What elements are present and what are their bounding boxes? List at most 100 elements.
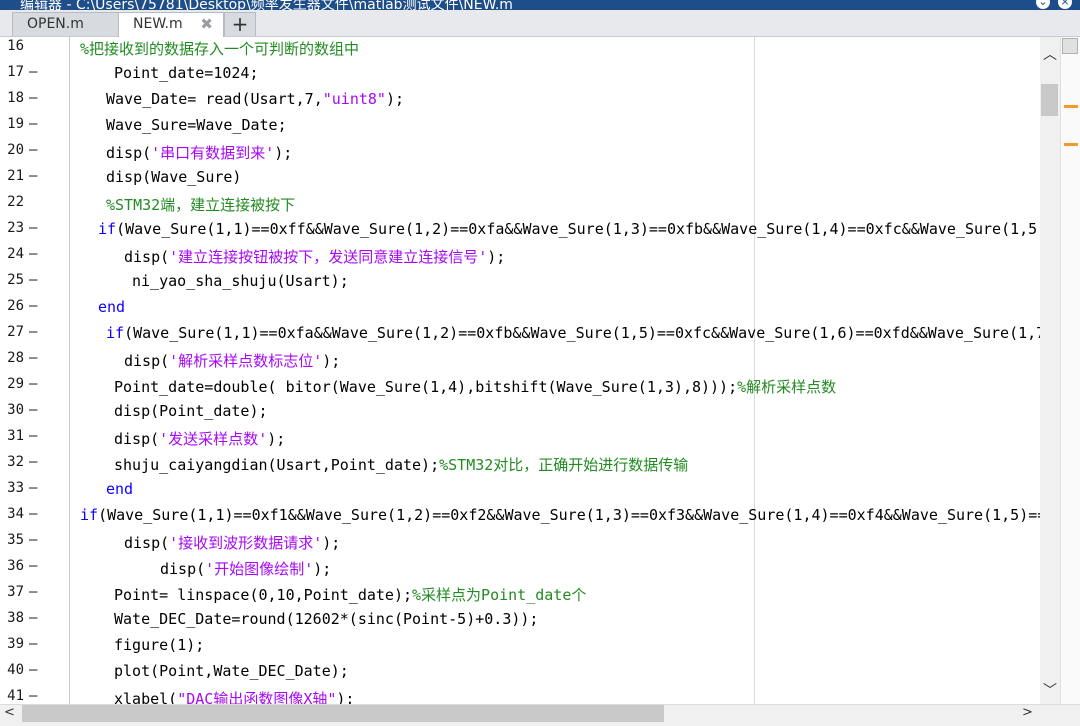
code-line[interactable]: 29 — Point_date=double( bitor(Wave_Sure(1,… xyxy=(0,373,1040,399)
code-editor[interactable]: 16 %把接收到的数据存入一个可判断的数组中 17 — Point_date=1024;… xyxy=(0,37,1040,704)
breakpoint-dash-icon[interactable]: — xyxy=(29,402,37,418)
line-number[interactable]: 32 xyxy=(4,454,24,470)
breakpoint-dash-icon[interactable]: — xyxy=(29,688,37,704)
breakpoint-dash-icon[interactable]: — xyxy=(29,350,37,366)
breakpoint-dash-icon[interactable]: — xyxy=(29,428,37,444)
line-number[interactable]: 26 xyxy=(4,298,24,314)
plus-icon[interactable]: + xyxy=(224,12,256,36)
breakpoint-dash-icon[interactable]: — xyxy=(29,636,37,652)
breakpoint-dash-icon[interactable]: — xyxy=(29,584,37,600)
code-text[interactable]: disp('建立连接按钮被按下，发送同意建立连接信号'); xyxy=(124,246,505,267)
code-text[interactable]: disp('开始图像绘制'); xyxy=(160,558,331,579)
line-number[interactable]: 30 xyxy=(4,402,24,418)
line-number[interactable]: 35 xyxy=(4,532,24,548)
line-number[interactable]: 31 xyxy=(4,428,24,444)
code-line[interactable]: 40 — plot(Point,Wate_DEC_Date); xyxy=(0,659,1040,685)
code-line[interactable]: 27 — if(Wave_Sure(1,1)==0xfa&&Wave_Sure(1,… xyxy=(0,321,1040,347)
vertical-scrollbar[interactable] xyxy=(1040,37,1060,704)
code-line[interactable]: 24 — disp('建立连接按钮被按下，发送同意建立连接信号'); xyxy=(0,243,1040,269)
breakpoint-dash-icon[interactable]: — xyxy=(29,142,37,158)
line-number[interactable]: 37 xyxy=(4,584,24,600)
code-text[interactable]: if(Wave_Sure(1,1)==0xfa&&Wave_Sure(1,2)=… xyxy=(106,324,1040,342)
close-icon[interactable]: × xyxy=(1058,0,1072,9)
breakpoint-dash-icon[interactable]: — xyxy=(29,298,37,314)
code-text[interactable]: disp('串口有数据到来'); xyxy=(106,142,292,163)
code-line[interactable]: 37 — Point= linspace(0,10,Point_date);%采样点… xyxy=(0,581,1040,607)
code-line[interactable]: 18 — Wave_Date= read(Usart,7,"uint8"); xyxy=(0,87,1040,113)
breakpoint-dash-icon[interactable]: — xyxy=(29,532,37,548)
code-text[interactable]: end xyxy=(106,480,133,498)
code-line[interactable]: 17 — Point_date=1024; xyxy=(0,61,1040,87)
line-number[interactable]: 23 xyxy=(4,220,24,236)
chevron-up-icon[interactable]: ︿ xyxy=(1040,44,1060,64)
code-text[interactable]: plot(Point,Wate_DEC_Date); xyxy=(114,662,349,680)
code-line[interactable]: 25 — ni_yao_sha_shuju(Usart); xyxy=(0,269,1040,295)
line-number[interactable]: 20 xyxy=(4,142,24,158)
chevron-down-icon[interactable]: ﹀ xyxy=(1040,680,1060,700)
code-line[interactable]: 28 — disp('解析采样点数标志位'); xyxy=(0,347,1040,373)
close-icon[interactable]: ✖ xyxy=(200,15,213,33)
breakpoint-dash-icon[interactable]: — xyxy=(29,480,37,496)
code-text[interactable]: %把接收到的数据存入一个可判断的数组中 xyxy=(80,38,359,59)
code-text[interactable]: shuju_caiyangdian(Usart,Point_date);%STM… xyxy=(114,454,688,475)
line-number[interactable]: 22 xyxy=(4,194,24,210)
breakpoint-dash-icon[interactable]: — xyxy=(29,272,37,288)
code-line[interactable]: 34 — if(Wave_Sure(1,1)==0xf1&&Wave_Sure(1,… xyxy=(0,503,1040,529)
code-text[interactable]: figure(1); xyxy=(114,636,204,654)
code-text[interactable]: disp('解析采样点数标志位'); xyxy=(124,350,340,371)
line-number[interactable]: 34 xyxy=(4,506,24,522)
vertical-scroll-thumb[interactable] xyxy=(1041,84,1058,116)
breakpoint-dash-icon[interactable]: — xyxy=(29,610,37,626)
line-number[interactable]: 40 xyxy=(4,662,24,678)
code-text[interactable]: xlabel("DAC输出函数图像X轴"); xyxy=(114,688,354,704)
code-text[interactable]: ni_yao_sha_shuju(Usart); xyxy=(132,272,349,290)
code-text[interactable]: disp('发送采样点数'); xyxy=(114,428,285,449)
code-line[interactable]: 38 — Wate_DEC_Date=round(12602*(sinc(Point… xyxy=(0,607,1040,633)
code-line[interactable]: 36 — disp('开始图像绘制'); xyxy=(0,555,1040,581)
code-text[interactable]: if(Wave_Sure(1,1)==0xff&&Wave_Sure(1,2)=… xyxy=(98,220,1040,238)
code-line[interactable]: 30 — disp(Point_date); xyxy=(0,399,1040,425)
code-text[interactable]: end xyxy=(98,298,125,316)
line-number[interactable]: 16 xyxy=(4,38,24,54)
line-number[interactable]: 21 xyxy=(4,168,24,184)
code-line[interactable]: 35 — disp('接收到波形数据请求'); xyxy=(0,529,1040,555)
breakpoint-dash-icon[interactable]: — xyxy=(29,558,37,574)
code-line[interactable]: 39 — figure(1); xyxy=(0,633,1040,659)
code-line[interactable]: 20 — disp('串口有数据到来'); xyxy=(0,139,1040,165)
line-number[interactable]: 18 xyxy=(4,90,24,106)
code-text[interactable]: disp(Wave_Sure) xyxy=(106,168,241,186)
line-number[interactable]: 19 xyxy=(4,116,24,132)
analyzer-status-icon[interactable] xyxy=(1062,38,1078,54)
code-line[interactable]: 22 %STM32端，建立连接被按下 xyxy=(0,191,1040,217)
analyzer-warning-mark[interactable] xyxy=(1064,143,1078,146)
breakpoint-dash-icon[interactable]: — xyxy=(29,64,37,80)
breakpoint-dash-icon[interactable]: — xyxy=(29,662,37,678)
code-text[interactable]: Wave_Sure=Wave_Date; xyxy=(106,116,287,134)
code-text[interactable]: disp('接收到波形数据请求'); xyxy=(124,532,340,553)
line-number[interactable]: 27 xyxy=(4,324,24,340)
code-line[interactable]: 19 — Wave_Sure=Wave_Date; xyxy=(0,113,1040,139)
analyzer-warning-mark[interactable] xyxy=(1064,105,1078,108)
line-number[interactable]: 38 xyxy=(4,610,24,626)
breakpoint-dash-icon[interactable]: — xyxy=(29,324,37,340)
breakpoint-dash-icon[interactable]: — xyxy=(29,506,37,522)
line-number[interactable]: 17 xyxy=(4,64,24,80)
code-text[interactable]: Wate_DEC_Date=round(12602*(sinc(Point-5)… xyxy=(114,610,538,628)
breakpoint-dash-icon[interactable]: — xyxy=(29,116,37,132)
breakpoint-dash-icon[interactable]: — xyxy=(29,168,37,184)
code-line[interactable]: 31 — disp('发送采样点数'); xyxy=(0,425,1040,451)
breakpoint-dash-icon[interactable]: — xyxy=(29,246,37,262)
horizontal-scroll-thumb[interactable] xyxy=(22,705,664,722)
code-line[interactable]: 26 — end xyxy=(0,295,1040,321)
line-number[interactable]: 41 xyxy=(4,688,24,704)
breakpoint-dash-icon[interactable]: — xyxy=(29,90,37,106)
tab-open-m[interactable]: OPEN.m xyxy=(12,12,120,36)
line-number[interactable]: 39 xyxy=(4,636,24,652)
breakpoint-dash-icon[interactable]: — xyxy=(29,376,37,392)
code-line[interactable]: 41 — xlabel("DAC输出函数图像X轴"); xyxy=(0,685,1040,704)
line-number[interactable]: 25 xyxy=(4,272,24,288)
code-line[interactable]: 21 — disp(Wave_Sure) xyxy=(0,165,1040,191)
code-text[interactable]: Point= linspace(0,10,Point_date);%采样点为Po… xyxy=(114,584,586,605)
line-number[interactable]: 33 xyxy=(4,480,24,496)
chevron-down-icon[interactable]: ⌄ xyxy=(1036,0,1050,9)
